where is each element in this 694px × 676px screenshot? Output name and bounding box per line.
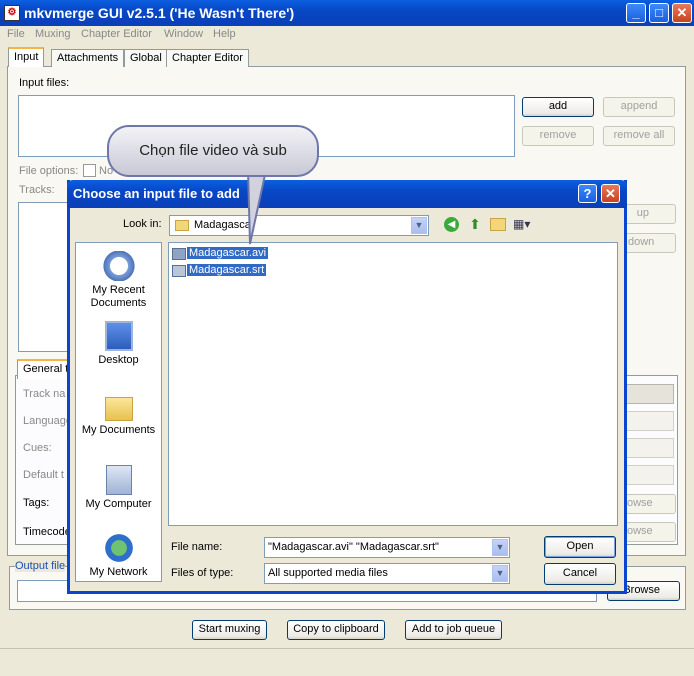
language-select[interactable] (624, 411, 674, 431)
chevron-down-icon[interactable]: ▼ (492, 539, 508, 556)
place-documents-label: My Documents (81, 424, 156, 436)
file-name-srt: Madagascar.srt (187, 264, 267, 276)
default-track-select[interactable] (624, 465, 674, 485)
callout-pointer (246, 169, 268, 245)
back-icon[interactable]: ◀ (444, 217, 459, 232)
new-folder-icon[interactable] (490, 218, 506, 231)
minimize-button[interactable]: _ (626, 3, 646, 23)
subtitle-file-icon (172, 265, 186, 277)
place-desktop[interactable]: Desktop (76, 321, 161, 367)
dialog-title-bar: Choose an input file to add ? ✕ (67, 180, 627, 208)
video-file-icon (172, 248, 186, 260)
file-options-label: File options: (19, 165, 79, 177)
tab-global[interactable]: Global (124, 49, 168, 67)
cues-select[interactable] (624, 438, 674, 458)
default-track-label: Default t (23, 469, 64, 481)
chevron-down-icon[interactable]: ▼ (411, 217, 427, 234)
callout-bubble: Chọn file video và sub (107, 125, 319, 177)
help-icon[interactable]: ? (578, 184, 597, 203)
place-recent-label: My Recent Documents (90, 284, 147, 309)
tags-label: Tags: (23, 497, 50, 509)
menu-file[interactable]: File (7, 28, 25, 40)
file-name-label: File name: (171, 541, 223, 553)
recent-documents-icon (102, 251, 135, 281)
main-title-bar: ⚙ mkvmerge GUI v2.5.1 ('He Wasn't There'… (0, 0, 694, 26)
view-menu-icon[interactable]: ▦▾ (513, 217, 537, 232)
desktop-icon (104, 321, 133, 351)
my-network-icon (102, 533, 135, 563)
file-list[interactable]: Madagascar.avi Madagascar.srt (168, 242, 618, 526)
file-name-avi: Madagascar.avi (187, 247, 269, 259)
tab-chapter-editor[interactable]: Chapter Editor (166, 49, 249, 67)
input-files-label: Input files: (19, 77, 70, 89)
remove-button[interactable]: remove (522, 126, 594, 146)
my-documents-icon (104, 397, 133, 421)
open-button[interactable]: Open (544, 536, 616, 558)
tab-input[interactable]: Input (8, 47, 45, 67)
tracks-label: Tracks: (19, 184, 55, 196)
output-file-label: Output file (15, 560, 66, 572)
window-title: mkvmerge GUI v2.5.1 ('He Wasn't There') (24, 5, 295, 21)
start-muxing-button[interactable]: Start muxing (192, 620, 267, 640)
down-button[interactable]: down (624, 233, 676, 253)
add-button[interactable]: add (522, 97, 594, 117)
menu-window[interactable]: Window (164, 28, 203, 40)
cancel-button[interactable]: Cancel (544, 563, 616, 585)
status-bar (0, 648, 694, 668)
app-icon: ⚙ (4, 5, 20, 21)
place-documents[interactable]: My Documents (76, 393, 161, 437)
tab-attachments[interactable]: Attachments (51, 49, 125, 67)
dialog-close-button[interactable]: ✕ (601, 184, 620, 203)
menu-muxing[interactable]: Muxing (35, 28, 70, 40)
place-network-label: My Network (89, 566, 148, 578)
add-to-job-queue-button[interactable]: Add to job queue (405, 620, 502, 640)
my-computer-icon (105, 465, 132, 495)
look-in-combo[interactable]: Madagascar ▼ (169, 215, 429, 236)
maximize-button[interactable]: □ (649, 3, 669, 23)
no-chapters-checkbox[interactable] (83, 164, 96, 177)
file-name-combo[interactable]: "Madagascar.avi" "Madagascar.srt" ▼ (264, 537, 510, 558)
timecode-label: Timecode (23, 526, 71, 538)
up-folder-icon[interactable]: ⬆ (467, 216, 483, 232)
timecode-browse-button[interactable]: owse (624, 522, 676, 542)
language-label: Language (23, 415, 72, 427)
places-bar: My Recent Documents Desktop My Documents… (75, 242, 162, 582)
place-recent[interactable]: My Recent Documents (76, 251, 161, 310)
dialog-title: Choose an input file to add (73, 186, 240, 201)
menu-bar: File Muxing Chapter Editor Window Help (0, 26, 694, 44)
file-type-combo[interactable]: All supported media files ▼ (264, 563, 510, 584)
file-name-value: "Madagascar.avi" "Madagascar.srt" (268, 541, 439, 553)
tags-browse-button[interactable]: owse (624, 494, 676, 514)
place-computer[interactable]: My Computer (76, 465, 161, 511)
cues-label: Cues: (23, 442, 52, 454)
menu-help[interactable]: Help (213, 28, 236, 40)
close-button[interactable]: ✕ (672, 3, 692, 23)
folder-icon (175, 220, 189, 231)
track-name-label: Track na (23, 388, 66, 400)
copy-to-clipboard-button[interactable]: Copy to clipboard (287, 620, 385, 640)
place-desktop-label: Desktop (98, 354, 139, 366)
remove-all-button[interactable]: remove all (603, 126, 675, 146)
append-button[interactable]: append (603, 97, 675, 117)
look-in-label: Look in: (123, 218, 162, 230)
track-name-field[interactable] (624, 384, 674, 404)
up-button[interactable]: up (624, 204, 676, 224)
menu-chapter-editor[interactable]: Chapter Editor (81, 28, 152, 40)
file-type-label: Files of type: (171, 567, 234, 579)
chevron-down-icon[interactable]: ▼ (492, 565, 508, 582)
file-type-value: All supported media files (268, 567, 388, 579)
place-network[interactable]: My Network (76, 533, 161, 579)
place-computer-label: My Computer (85, 498, 152, 510)
